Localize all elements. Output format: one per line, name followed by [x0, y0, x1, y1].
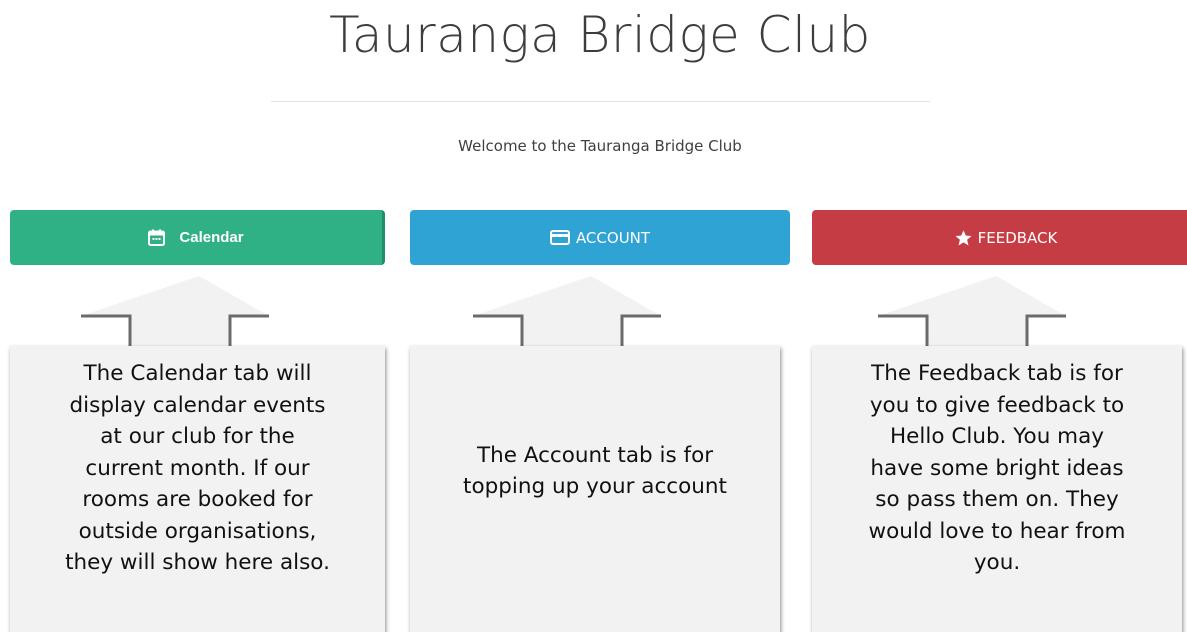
- account-callout: The Account tab is for topping up your a…: [410, 346, 780, 632]
- feedback-button[interactable]: FEEDBACK: [812, 210, 1187, 265]
- calendar-button-label: Calendar: [179, 229, 244, 246]
- callout-text-line: The Account tab is for: [476, 442, 714, 468]
- up-arrow-icon: [878, 276, 1066, 350]
- callout-text-line: outside organisations,: [78, 518, 317, 544]
- account-button[interactable]: ACCOUNT: [410, 210, 790, 265]
- callout-text-line: so pass them on. They: [875, 487, 1119, 512]
- callout-text-line: you to give feedback to: [869, 392, 1125, 418]
- callout-text-line: Hello Club. You may: [890, 424, 1104, 449]
- callout-text-line: at our club for the: [100, 424, 295, 449]
- calendar-button[interactable]: Calendar: [10, 210, 385, 265]
- credit-card-icon: [549, 230, 570, 245]
- page: Tauranga Bridge Club Welcome to the Taur…: [0, 0, 1187, 632]
- title-divider: [271, 101, 930, 102]
- callout-text-line: topping up your account: [463, 474, 727, 499]
- up-arrow-icon: [81, 276, 269, 350]
- calendar-callout: The Calendar tab will display calendar e…: [10, 346, 385, 632]
- callout-text-line: they will show here also.: [65, 550, 330, 575]
- up-arrow-icon: [473, 276, 661, 350]
- account-button-label: ACCOUNT: [575, 228, 651, 247]
- feedback-button-label: FEEDBACK: [977, 228, 1058, 247]
- star-icon: [955, 229, 972, 246]
- callout-text-line: The Feedback tab is for: [871, 361, 1123, 386]
- welcome-text: Welcome to the Tauranga Bridge Club: [458, 137, 742, 155]
- feedback-callout: The Feedback tab is for you to give feed…: [812, 346, 1182, 632]
- calendar-icon: [148, 229, 166, 246]
- callout-text-line: display calendar events: [69, 392, 326, 418]
- callout-text-line: you.: [973, 550, 1021, 575]
- callout-text-line: rooms are booked for: [82, 487, 313, 512]
- callout-text-line: have some bright ideas: [870, 455, 1124, 481]
- site-title: Tauranga Bridge Club: [329, 6, 871, 64]
- callout-text-line: would love to hear from: [868, 518, 1126, 544]
- callout-text-line: current month. If our: [85, 455, 310, 481]
- callout-text-line: The Calendar tab will: [83, 361, 312, 386]
